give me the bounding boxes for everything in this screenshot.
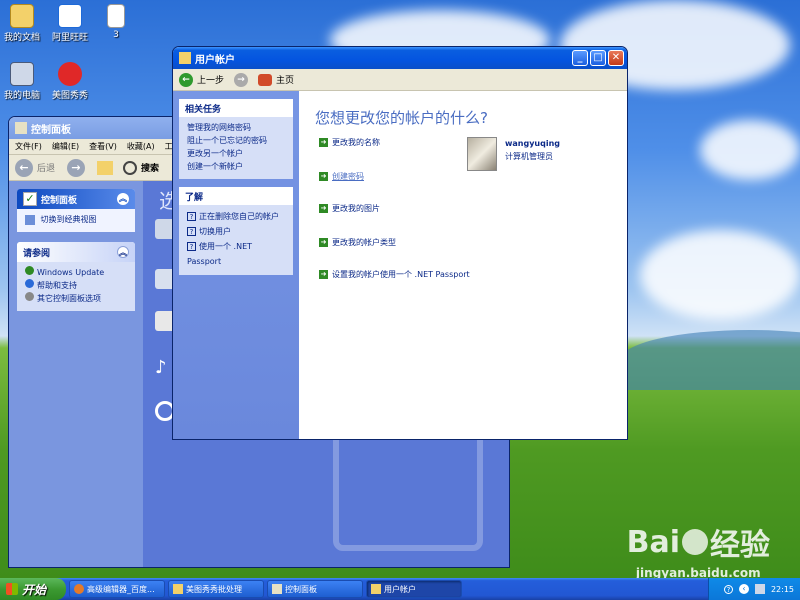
windows-update-icon — [25, 266, 34, 275]
close-button[interactable]: ✕ — [608, 50, 624, 66]
menu-view[interactable]: 查看(V) — [89, 141, 117, 152]
help-support-link[interactable]: 帮助和支持 — [37, 281, 77, 290]
action-label[interactable]: 创建密码 — [332, 171, 364, 182]
home-icon — [258, 73, 273, 86]
green-arrow-icon: ➜ — [319, 238, 328, 247]
switch-classic-view-link[interactable]: 切换到经典视图 — [41, 215, 97, 224]
options-icon — [25, 292, 34, 301]
windows-update-link[interactable]: Windows Update — [37, 268, 104, 277]
back-button-label[interactable]: 后退 — [37, 161, 55, 174]
action-label[interactable]: 更改我的帐户类型 — [332, 237, 396, 248]
desktop-icon-meitu[interactable]: 美图秀秀 — [40, 62, 100, 101]
user-name: wangyuqing — [505, 139, 561, 148]
up-folder-icon[interactable] — [97, 160, 114, 175]
user-accounts-icon — [371, 584, 381, 594]
checkmark-icon: ✓ — [23, 192, 37, 206]
menu-file[interactable]: 文件(F) — [15, 141, 42, 152]
action-setup-passport[interactable]: ➜ 设置我的帐户使用一个 .NET Passport — [319, 269, 470, 280]
create-new-account-link[interactable]: 创建一个新帐户 — [187, 162, 243, 171]
help-question-icon: ? — [187, 212, 196, 221]
switch-view-icon — [25, 214, 35, 225]
taskbar-item-meitu[interactable]: 美图秀秀批处理 — [168, 580, 264, 598]
taskbar-item-editor[interactable]: 高级编辑器_百度... — [69, 580, 165, 598]
action-label[interactable]: 更改我的名称 — [332, 137, 380, 148]
baidu-jingyan-watermark: Bai 经验 jingyan.baidu.com — [626, 520, 770, 581]
forward-arrow-icon[interactable]: → — [67, 158, 86, 177]
control-panel-title-icon — [15, 122, 27, 134]
taskbar-item-user-accounts[interactable]: 用户帐户 — [366, 580, 462, 598]
green-arrow-icon: ➜ — [319, 204, 328, 213]
action-change-picture[interactable]: ➜ 更改我的图片 — [319, 203, 380, 214]
back-arrow-icon[interactable]: ← — [15, 158, 33, 177]
meitu-icon — [173, 584, 183, 594]
desktop-icon-file-3[interactable]: 3 — [86, 4, 146, 40]
learn-section: 了解 ? 正在删除您自己的帐户 ? 切换用户 ? 使用一个 .NET Passport — [179, 187, 293, 275]
start-button[interactable]: 开始 — [0, 578, 66, 600]
back-button[interactable]: 上一步 — [197, 73, 224, 86]
minimize-button[interactable]: _ — [572, 50, 588, 66]
collapse-icon[interactable]: ︽ — [117, 193, 129, 205]
network-icon[interactable] — [754, 584, 765, 594]
tray-expand-icon[interactable]: ‹ — [738, 584, 749, 594]
user-accounts-title-icon — [179, 52, 191, 64]
action-create-password[interactable]: ➜ 创建密码 — [319, 171, 364, 182]
see-also-section: 请参阅 ︽ Windows Update 帮助和支持 其它控制面板选项 — [17, 242, 135, 311]
net-passport-link[interactable]: 使用一个 .NET Passport — [187, 242, 252, 266]
green-arrow-icon: ➜ — [319, 138, 328, 147]
meitu-icon — [58, 62, 82, 86]
section-title: 请参阅 — [23, 248, 51, 259]
action-change-name[interactable]: ➜ 更改我的名称 — [319, 137, 380, 148]
back-arrow-icon[interactable]: ← — [179, 72, 193, 87]
window-title: 控制面板 — [31, 124, 71, 136]
windows-logo-icon — [6, 583, 18, 595]
help-icon[interactable]: ? — [723, 584, 733, 594]
action-label[interactable]: 更改我的图片 — [332, 203, 380, 214]
paw-icon — [682, 529, 708, 555]
watermark-brand: Bai — [626, 524, 680, 560]
menu-favorites[interactable]: 收藏(A) — [127, 141, 155, 152]
control-panel-section: ✓ 控制面板 ︽ 切换到经典视图 — [17, 189, 135, 232]
user-role: 计算机管理员 — [505, 152, 553, 161]
forward-arrow-icon[interactable]: → — [234, 72, 249, 87]
action-change-account-type[interactable]: ➜ 更改我的帐户类型 — [319, 237, 396, 248]
section-title: 相关任务 — [185, 104, 222, 115]
taskbar-item-control-panel[interactable]: 控制面板 — [267, 580, 363, 598]
maximize-button[interactable]: □ — [590, 50, 606, 66]
clock[interactable]: 22:15 — [771, 585, 794, 594]
menu-edit[interactable]: 编辑(E) — [52, 141, 79, 152]
control-panel-icon — [272, 584, 282, 594]
help-icon — [25, 279, 34, 288]
green-arrow-icon: ➜ — [319, 270, 328, 279]
green-arrow-icon: ➜ — [319, 172, 328, 181]
help-question-icon: ? — [187, 227, 196, 236]
section-title: 了解 — [185, 192, 204, 203]
window-title: 用户帐户 — [195, 54, 235, 66]
taskbar: 开始 高级编辑器_百度... 美图秀秀批处理 控制面板 用户帐户 ? ‹ 22:… — [0, 578, 800, 600]
user-accounts-window[interactable]: 用户帐户 _ □ ✕ ← 上一步 → 主页 相关任务 管理我的网络密码 阻止一个… — [172, 46, 628, 440]
search-icon — [123, 160, 138, 175]
png-file-icon — [107, 4, 125, 28]
change-another-account-link[interactable]: 更改另一个帐户 — [187, 149, 243, 158]
user-avatar — [467, 137, 497, 171]
watermark-suffix: 经验 — [710, 528, 770, 563]
search-button[interactable]: 搜索 — [141, 161, 159, 174]
system-tray: ? ‹ 22:15 — [708, 578, 800, 600]
switch-user-link[interactable]: 切换用户 — [199, 227, 231, 236]
page-title: 您想更改您的帐户的什么? — [315, 109, 488, 127]
computer-icon — [10, 62, 34, 86]
related-tasks-section: 相关任务 管理我的网络密码 阻止一个已忘记的密码 更改另一个帐户 创建一个新帐户 — [179, 99, 293, 179]
folder-icon — [10, 4, 34, 28]
other-options-link[interactable]: 其它控制面板选项 — [37, 294, 101, 303]
browser-icon — [74, 584, 84, 594]
help-question-icon: ? — [187, 242, 196, 251]
collapse-icon[interactable]: ︽ — [117, 246, 129, 258]
manage-network-passwords-link[interactable]: 管理我的网络密码 — [187, 123, 251, 132]
delete-own-account-link[interactable]: 正在删除您自己的帐户 — [199, 212, 279, 221]
section-title: 控制面板 — [41, 195, 78, 206]
aliwangwang-icon — [58, 4, 82, 28]
prevent-forgotten-password-link[interactable]: 阻止一个已忘记的密码 — [187, 136, 267, 145]
home-button[interactable]: 主页 — [276, 73, 294, 86]
action-label[interactable]: 设置我的帐户使用一个 .NET Passport — [332, 269, 470, 280]
start-label[interactable]: 开始 — [22, 581, 46, 598]
